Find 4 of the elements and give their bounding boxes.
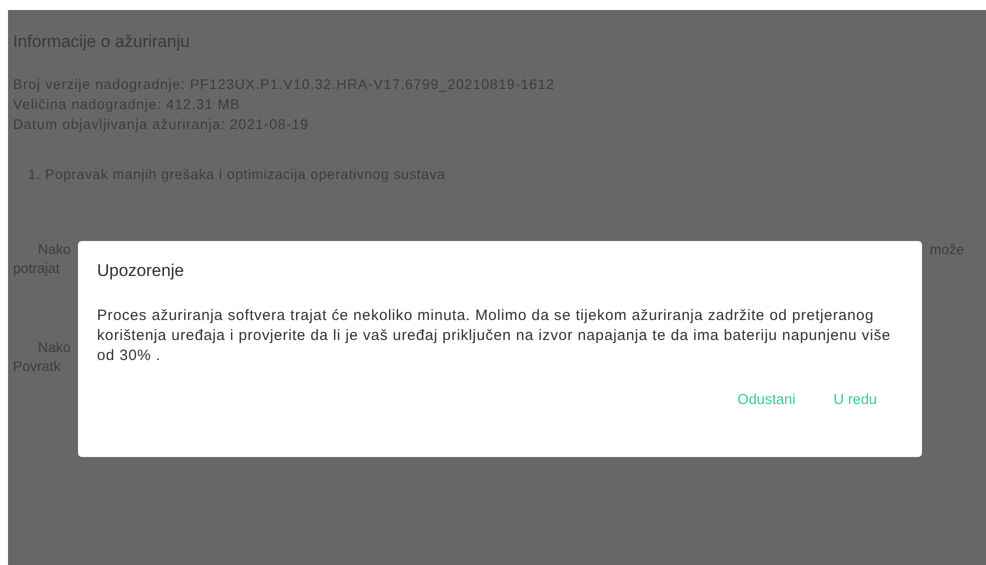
dialog-button[interactable]: Odustani	[729, 388, 804, 412]
dialog-title: Upozorenje	[97, 261, 185, 281]
dialog-message: Proces ažuriranja softvera trajat će nekoliko minuta. Molimo da se tijekom ažuriranja zadržite od pretjeranog korištenja uređaja i provjerite da li je vaš uređaj priključen na izvor napajanja te da ima bateriju napunjenu više od 30% .	[97, 306, 892, 366]
dialog-button[interactable]: U redu	[825, 388, 885, 412]
